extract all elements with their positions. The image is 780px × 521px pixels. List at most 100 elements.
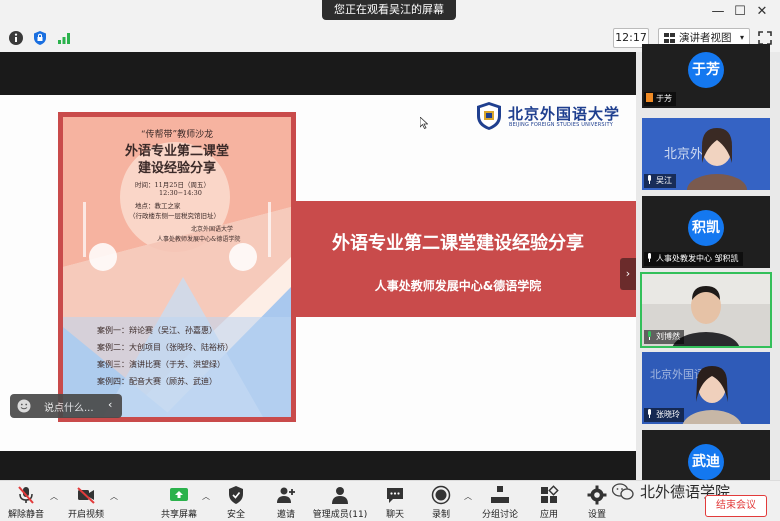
view-mode-label: 演讲者视图: [679, 32, 732, 44]
participant-tile[interactable]: 北京外国语 张晓玲: [642, 352, 770, 424]
grid-view-icon: [664, 33, 675, 43]
mic-active-icon: [648, 331, 651, 340]
breakout-rooms-label: 分组讨论: [481, 510, 518, 520]
chat-label: 聊天: [385, 510, 404, 520]
video-off-icon: [77, 487, 95, 504]
poster-salon-title: “传帮带”教师沙龙: [140, 130, 214, 140]
participant-tile[interactable]: 于芳 于芳: [642, 44, 770, 108]
caret-up-icon[interactable]: ︿: [202, 491, 210, 502]
participants-video-panel: 于芳 于芳 北京外 吴江 积凯 人事处教发中心 邹积凯 刘博然 北京外国语 张晓…: [636, 44, 780, 480]
poster-case-4: 案例四：配音大赛（顾苏、武迪）: [97, 377, 217, 386]
chat-button[interactable]: 聊天: [378, 483, 412, 521]
poster-title-line2: 建设经验分享: [137, 161, 216, 176]
svg-text:北京外: 北京外: [664, 147, 703, 162]
mic-icon: [648, 409, 651, 418]
share-screen-button[interactable]: 共享屏幕: [158, 483, 200, 521]
encryption-shield-icon[interactable]: [32, 30, 48, 46]
participant-name: 张晓玲: [644, 408, 684, 422]
apps-button[interactable]: 应用: [532, 483, 566, 521]
participant-tile[interactable]: 北京外 吴江: [642, 118, 770, 190]
quick-chat-input[interactable]: 说点什么... ‹: [10, 394, 122, 418]
minimize-button[interactable]: —: [708, 4, 728, 20]
avatar: 积凯: [688, 210, 724, 246]
viewing-screen-banner[interactable]: 您正在观看吴江的屏幕: [322, 0, 456, 20]
mic-icon: [648, 253, 651, 262]
poster-case-3: 案例三：演讲比赛（于芳、洪望绿）: [97, 360, 225, 369]
poster-case-1: 案例一：辩论赛（吴江、孙嘉惠）: [97, 326, 217, 335]
participant-name: 吴江: [644, 174, 676, 188]
record-button[interactable]: 录制: [424, 483, 458, 521]
participants-icon: [332, 487, 348, 504]
slide-title: 外语专业第二课堂建设经验分享: [332, 233, 584, 254]
security-button[interactable]: 安全: [218, 483, 254, 521]
wechat-icon: [612, 483, 634, 500]
avatar: 武迪: [688, 444, 724, 480]
presentation-slide: 北京外国语大学 BEIJING FOREIGN STUDIES UNIVERSI…: [0, 95, 636, 451]
shield-icon: [229, 486, 243, 504]
title-bar: 您正在观看吴江的屏幕 — ☐ ✕: [0, 0, 780, 25]
caret-up-icon[interactable]: ︿: [50, 491, 58, 502]
invite-icon: [277, 487, 295, 503]
security-label: 安全: [226, 510, 245, 520]
avatar: 于芳: [688, 52, 724, 88]
caret-up-icon[interactable]: ︿: [464, 491, 472, 502]
fullscreen-icon[interactable]: [758, 31, 772, 45]
university-seal-icon: [477, 102, 501, 130]
end-meeting-button[interactable]: 结束会议: [705, 495, 767, 517]
zoom-meeting-window: 您正在观看吴江的屏幕 — ☐ ✕ 12:17 演讲者视图 ▾ 北京外国语大学 B…: [0, 0, 780, 521]
host-icon: [646, 93, 653, 102]
breakout-icon: [491, 486, 509, 503]
settings-button[interactable]: 设置: [580, 483, 614, 521]
slide-subtitle: 人事处教师发展中心&德语学院: [374, 279, 542, 293]
university-logo: 北京外国语大学 BEIJING FOREIGN STUDIES UNIVERSI…: [475, 101, 620, 135]
invite-button[interactable]: 邀请: [268, 483, 304, 521]
participant-tile-active-speaker[interactable]: 刘博然: [640, 272, 772, 348]
participant-name: 于芳: [644, 92, 676, 106]
unmute-button[interactable]: 解除静音: [4, 483, 48, 521]
apps-label: 应用: [539, 510, 558, 520]
unmute-label: 解除静音: [7, 510, 44, 520]
poster-org-line2: 人事处教师发展中心&德语学院: [157, 236, 241, 243]
event-poster: “传帮带”教师沙龙 外语专业第二课堂 建设经验分享 时间：11月25日（周五） …: [63, 117, 291, 417]
poster-case-2: 案例二：大创项目（张晓玲、陆裕桥）: [97, 343, 233, 352]
slide-top-margin: [0, 52, 636, 95]
poster-time-line2: 12:30−14:30: [159, 189, 202, 197]
settings-icon: [587, 485, 607, 505]
university-name-cn: 北京外国语大学: [508, 105, 621, 123]
invite-label: 邀请: [276, 510, 295, 520]
share-screen-label: 共享屏幕: [160, 510, 197, 520]
university-name-en: BEIJING FOREIGN STUDIES UNIVERSITY: [509, 122, 613, 128]
emoji-icon[interactable]: [17, 399, 31, 413]
mic-icon: [648, 175, 651, 184]
manage-participants-button[interactable]: 管理成员(11): [312, 483, 368, 521]
mic-muted-icon: [18, 486, 34, 504]
participant-name: 人事处教发中心 邹积凯: [644, 252, 743, 266]
info-icon[interactable]: [8, 30, 24, 46]
collapse-panel-button[interactable]: ›: [620, 258, 636, 290]
share-screen-icon: [170, 488, 188, 501]
participant-tile[interactable]: 积凯 人事处教发中心 邹积凯: [642, 196, 770, 268]
meeting-controls-bar: 解除静音 ︿ 开启视频 ︿ 共享屏幕 ︿ 安全 邀请 管理成员(11) 聊天 录…: [0, 480, 780, 521]
poster-place-line2: （行政楼东侧一层税究馆旧址）: [129, 212, 220, 220]
event-poster-frame: “传帮带”教师沙龙 外语专业第二课堂 建设经验分享 时间：11月25日（周五） …: [58, 112, 296, 422]
apps-icon: [541, 485, 559, 503]
chat-placeholder: 说点什么...: [44, 403, 94, 414]
record-label: 录制: [431, 510, 450, 520]
start-video-button[interactable]: 开启视频: [64, 483, 108, 521]
record-icon: [431, 485, 451, 505]
participant-tile[interactable]: 武迪: [642, 430, 770, 480]
mouse-cursor-icon: [420, 117, 428, 129]
slide-title-band: 外语专业第二课堂建设经验分享 人事处教师发展中心&德语学院: [293, 201, 636, 317]
start-video-label: 开启视频: [67, 510, 104, 520]
signal-strength-icon[interactable]: [56, 30, 72, 46]
poster-place-line1: 地点：教工之家: [135, 202, 181, 210]
participant-name: 刘博然: [644, 330, 684, 344]
breakout-rooms-button[interactable]: 分组讨论: [480, 483, 520, 521]
manage-participants-label: 管理成员(11): [312, 510, 368, 520]
close-button[interactable]: ✕: [752, 4, 772, 20]
caret-up-icon[interactable]: ︿: [110, 491, 118, 502]
settings-label: 设置: [587, 510, 606, 520]
maximize-button[interactable]: ☐: [730, 4, 750, 20]
poster-time-line1: 时间：11月25日（周五）: [135, 181, 211, 189]
chevron-left-icon[interactable]: ‹: [108, 398, 112, 411]
